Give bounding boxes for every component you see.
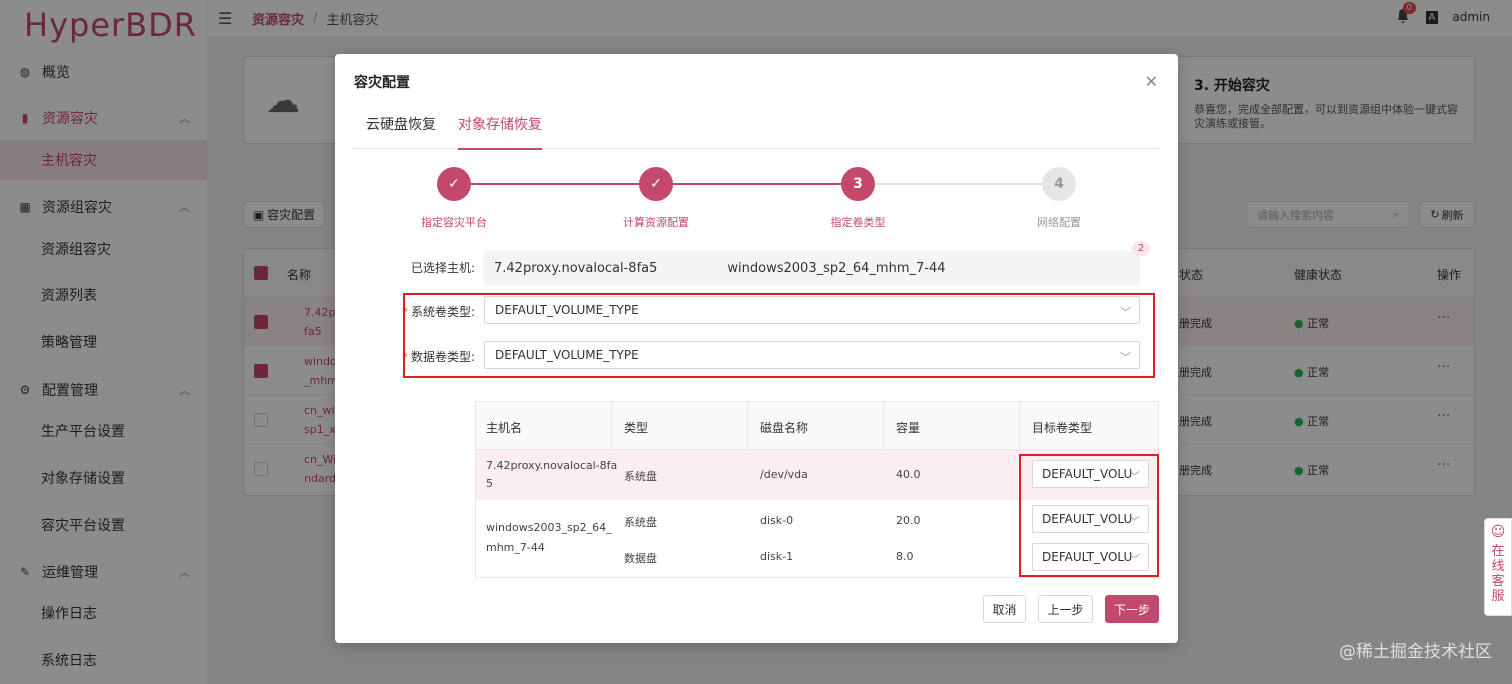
row-hostname-cont: mhm_7-44 (486, 541, 545, 554)
col-target-volume-type: 目标卷类型 (1032, 421, 1093, 435)
dialog-title: 容灾配置 (354, 75, 410, 91)
chat-widget-char: 在 (1491, 544, 1505, 559)
step-3-indicator: 3 (841, 167, 875, 201)
step-1-done-check-icon: ✓ (437, 167, 471, 201)
tab-object-storage-recovery[interactable]: 对象存储恢复 (458, 114, 542, 150)
row-disk-name: /dev/vda (760, 468, 808, 481)
cancel-button[interactable]: 取消 (983, 595, 1026, 623)
selected-host-tag: windows2003_sp2_64_mhm_7-44 (727, 260, 946, 276)
chat-widget-char: 线 (1491, 559, 1505, 574)
step-label: 网络配置 (1037, 216, 1081, 229)
online-support-widget[interactable]: ☺ 在 线 客 服 (1484, 518, 1512, 616)
col-capacity: 容量 (896, 421, 921, 435)
prev-step-button[interactable]: 上一步 (1038, 595, 1093, 623)
step-label: 指定容灾平台 (421, 216, 487, 229)
step-2-done-check-icon: ✓ (639, 167, 673, 201)
row-capacity: 8.0 (896, 550, 914, 563)
row-hostname-cont: 5 (486, 477, 493, 490)
step-connector (471, 183, 657, 185)
watermark: @稀土掘金技术社区 (1339, 642, 1492, 662)
chat-widget-char: 客 (1491, 574, 1505, 589)
step-connector (673, 183, 859, 185)
dialog-tabs: 云硬盘恢复 对象存储恢复 (353, 104, 1159, 150)
selected-hosts-count: 2 (1132, 242, 1150, 256)
row-disk-name: disk-0 (760, 514, 794, 527)
dr-config-dialog: 容灾配置 ✕ 云硬盘恢复 对象存储恢复 ✓ ✓ 3 4 指定容灾平台 计算资源配… (335, 54, 1178, 643)
selected-host-tag: 7.42proxy.novalocal-8fa5 (494, 260, 658, 276)
close-icon[interactable]: ✕ (1145, 72, 1158, 91)
next-step-button[interactable]: 下一步 (1105, 595, 1159, 623)
row-capacity: 40.0 (896, 468, 921, 481)
row-hostname: 7.42proxy.novalocal-8fa (486, 459, 618, 472)
row-disk-type: 系统盘 (624, 516, 657, 529)
col-type: 类型 (624, 421, 649, 435)
row-disk-type: 系统盘 (624, 470, 657, 483)
col-hostname: 主机名 (486, 421, 523, 435)
row-disk-name: disk-1 (760, 550, 794, 563)
row-capacity: 20.0 (896, 514, 921, 527)
tab-cloud-disk-recovery[interactable]: 云硬盘恢复 (366, 114, 436, 148)
step-label: 计算资源配置 (623, 216, 689, 229)
row-disk-type: 数据盘 (624, 552, 657, 565)
selected-hosts-label: 已选择主机: (410, 261, 475, 275)
highlight-annotation (1019, 454, 1159, 577)
step-label: 指定卷类型 (830, 216, 886, 229)
headset-icon: ☺ (1490, 524, 1506, 540)
chat-widget-char: 服 (1491, 589, 1505, 604)
highlight-annotation (403, 293, 1155, 378)
step-4-indicator: 4 (1042, 167, 1076, 201)
col-disk-name: 磁盘名称 (760, 421, 809, 435)
row-hostname: windows2003_sp2_64_ (486, 521, 612, 534)
selected-hosts-field: 7.42proxy.novalocal-8fa5 windows2003_sp2… (483, 251, 1140, 285)
table-header: 主机名 类型 磁盘名称 容量 目标卷类型 (476, 402, 1158, 450)
step-connector (875, 183, 1061, 185)
